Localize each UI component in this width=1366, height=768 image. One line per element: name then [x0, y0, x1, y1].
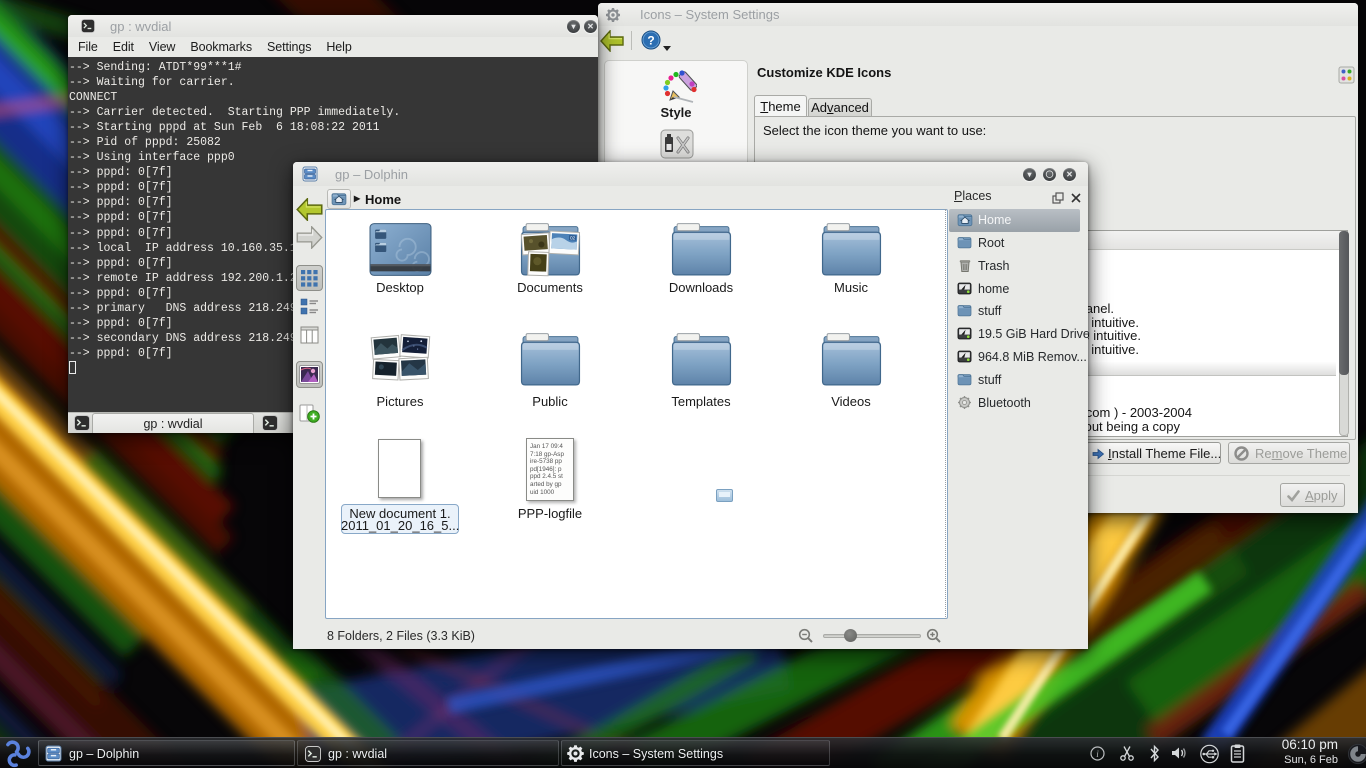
svg-text:02: 02 [570, 235, 576, 240]
svg-text:?: ? [647, 34, 654, 48]
svg-text:i: i [1096, 749, 1099, 759]
